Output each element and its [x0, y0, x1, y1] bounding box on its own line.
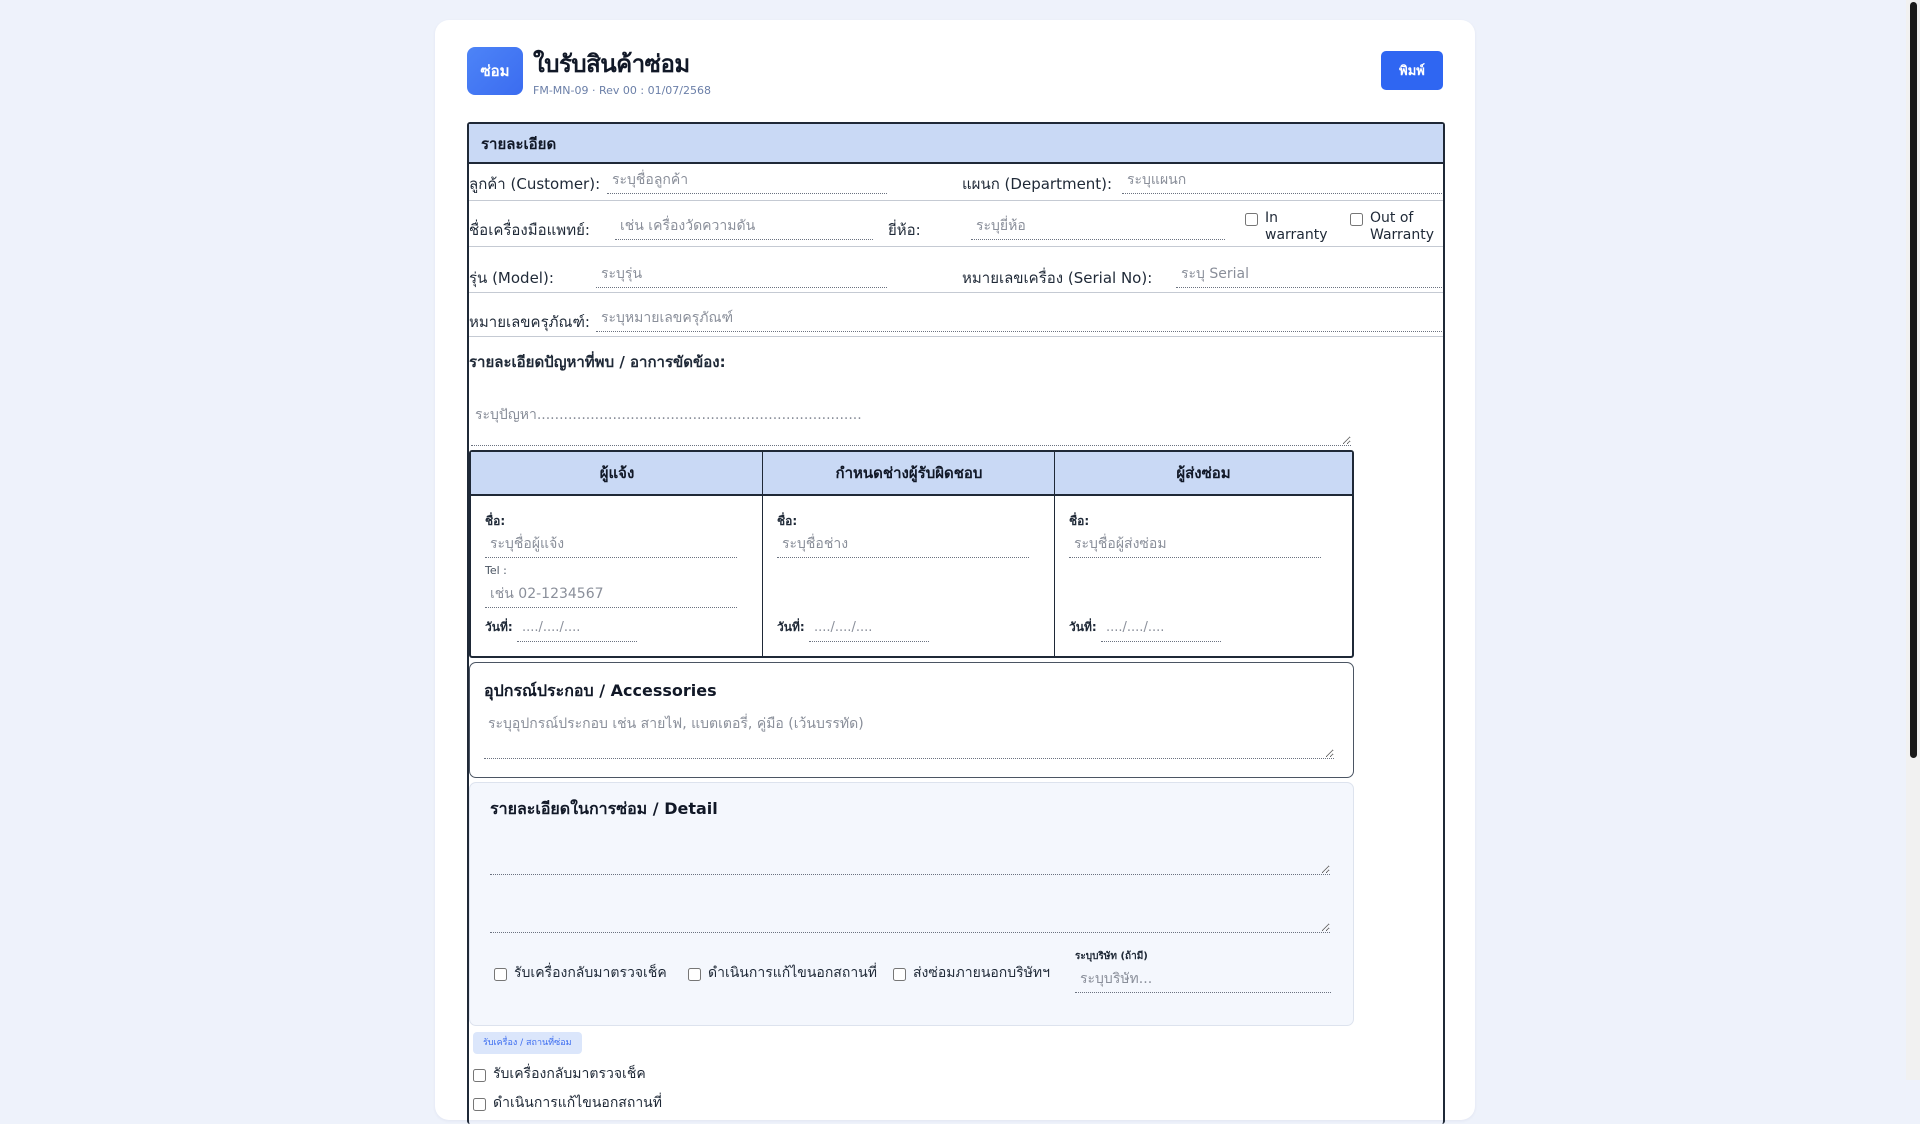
reporter-tel-input[interactable]	[485, 580, 737, 608]
repair-option-onsite[interactable]: ดำเนินการแก้ไขนอกสถานที่	[688, 965, 877, 982]
column-divider	[762, 452, 763, 656]
customer-input[interactable]	[607, 166, 887, 194]
location-option-check[interactable]: รับเครื่องกลับมาตรวจเช็ค	[473, 1066, 646, 1083]
company-label: ระบุบริษัท (ถ้ามี)	[1075, 951, 1148, 962]
company-input[interactable]	[1075, 965, 1331, 993]
brand-input[interactable]	[971, 212, 1225, 240]
row-divider	[469, 200, 1443, 201]
page-title: ใบรับสินค้าซ่อม	[533, 50, 690, 78]
people-grid: ผู้แจ้ง กำหนดช่างผู้รับผิดชอบ ผู้ส่งซ่อม…	[469, 450, 1354, 658]
serial-input[interactable]	[1176, 260, 1442, 288]
serial-label: หมายเลขเครื่อง (Serial No):	[962, 269, 1153, 287]
accessories-textarea[interactable]	[484, 707, 1334, 759]
in-warranty-label: In warranty	[1265, 210, 1328, 243]
location-check-checkbox[interactable]	[473, 1069, 486, 1082]
reporter-date-input[interactable]	[517, 614, 637, 642]
technician-name-label: ชื่อ:	[777, 514, 798, 528]
repair-outsource-label: ส่งซ่อมภายนอกบริษัทฯ	[913, 965, 1050, 981]
reporter-heading: ผู้แจ้ง	[471, 452, 763, 496]
form-code: FM-MN-09 · Rev 00 : 01/07/2568	[533, 84, 711, 97]
sender-date-input[interactable]	[1101, 614, 1221, 642]
reporter-date-label: วันที่:	[485, 620, 513, 634]
tel-label: Tel :	[485, 564, 507, 577]
location-option-onsite[interactable]: ดำเนินการแก้ไขนอกสถานที่	[473, 1095, 662, 1112]
out-warranty-checkbox[interactable]	[1350, 213, 1363, 226]
row-divider	[469, 336, 1443, 337]
technician-name-input[interactable]	[777, 530, 1029, 558]
problem-textarea[interactable]	[471, 396, 1351, 446]
reporter-name-label: ชื่อ:	[485, 514, 506, 528]
repair-onsite-checkbox[interactable]	[688, 968, 701, 981]
logo-badge: ซ่อม	[467, 47, 523, 95]
technician-date-label: วันที่:	[777, 620, 805, 634]
repair-check-checkbox[interactable]	[494, 968, 507, 981]
scrollbar[interactable]	[1906, 0, 1920, 1080]
asset-input[interactable]	[596, 304, 1442, 332]
problem-label: รายละเอียดปัญหาที่พบ / อาการขัดข้อง:	[469, 353, 726, 371]
reporter-name-input[interactable]	[485, 530, 737, 558]
form-card: ซ่อม ใบรับสินค้าซ่อม FM-MN-09 · Rev 00 :…	[435, 20, 1475, 1124]
column-divider	[1054, 452, 1055, 656]
sender-name-label: ชื่อ:	[1069, 514, 1090, 528]
asset-label: หมายเลขครุภัณฑ์:	[469, 313, 590, 331]
location-pill: รับเครื่อง / สถานที่ซ่อม	[473, 1032, 582, 1054]
device-label: ชื่อเครื่องมือแพทย์:	[469, 221, 590, 239]
technician-date-input[interactable]	[809, 614, 929, 642]
department-input[interactable]	[1122, 166, 1442, 194]
sender-heading: ผู้ส่งซ่อม	[1055, 452, 1352, 496]
sender-date-label: วันที่:	[1069, 620, 1097, 634]
print-button[interactable]: พิมพ์	[1381, 51, 1443, 90]
department-label: แผนก (Department):	[962, 175, 1113, 193]
accessories-title: อุปกรณ์ประกอบ / Accessories	[484, 681, 717, 700]
repair-option-check[interactable]: รับเครื่องกลับมาตรวจเช็ค	[494, 965, 667, 982]
location-onsite-label: ดำเนินการแก้ไขนอกสถานที่	[493, 1095, 662, 1111]
model-input[interactable]	[596, 260, 887, 288]
sender-name-input[interactable]	[1069, 530, 1321, 558]
brand-label: ยี่ห้อ:	[888, 221, 921, 239]
out-warranty-option[interactable]: Out of Warranty	[1350, 210, 1440, 244]
row-divider	[469, 246, 1443, 247]
repair-detail-title: รายละเอียดในการซ่อม / Detail	[490, 799, 718, 818]
repair-check-label: รับเครื่องกลับมาตรวจเช็ค	[514, 965, 667, 981]
location-check-label: รับเครื่องกลับมาตรวจเช็ค	[493, 1066, 646, 1082]
row-divider	[469, 292, 1443, 293]
device-input[interactable]	[615, 212, 873, 240]
location-onsite-checkbox[interactable]	[473, 1098, 486, 1111]
accessories-box: อุปกรณ์ประกอบ / Accessories	[469, 662, 1354, 778]
repair-onsite-label: ดำเนินการแก้ไขนอกสถานที่	[708, 965, 877, 981]
repair-detail-textarea-2[interactable]	[490, 887, 1330, 933]
technician-heading: กำหนดช่างผู้รับผิดชอบ	[763, 452, 1055, 496]
repair-detail-box: รายละเอียดในการซ่อม / Detail รับเครื่องก…	[469, 782, 1354, 1026]
out-warranty-label: Out of Warranty	[1370, 210, 1435, 243]
in-warranty-option[interactable]: In warranty	[1245, 210, 1329, 244]
in-warranty-checkbox[interactable]	[1245, 213, 1258, 226]
model-label: รุ่น (Model):	[469, 269, 554, 287]
repair-detail-textarea-1[interactable]	[490, 835, 1330, 875]
scrollbar-thumb[interactable]	[1910, 2, 1917, 758]
repair-option-outsource[interactable]: ส่งซ่อมภายนอกบริษัทฯ	[893, 965, 1050, 982]
section-title-details: รายละเอียด	[469, 124, 1443, 164]
customer-label: ลูกค้า (Customer):	[469, 175, 601, 193]
repair-outsource-checkbox[interactable]	[893, 968, 906, 981]
details-frame: รายละเอียด ลูกค้า (Customer): แผนก (Depa…	[467, 122, 1445, 1124]
